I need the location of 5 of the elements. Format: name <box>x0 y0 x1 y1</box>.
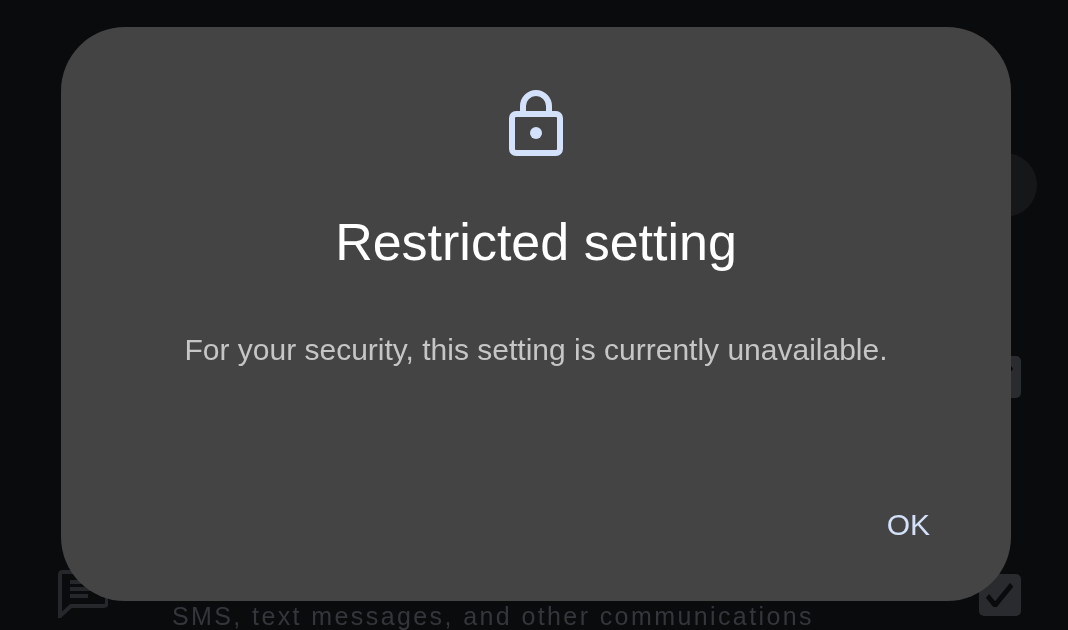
dialog-message: For your security, this setting is currently unavailable. <box>184 332 888 368</box>
ok-button[interactable]: OK <box>870 497 946 553</box>
lock-icon <box>509 90 563 156</box>
check-icon <box>986 583 1014 607</box>
dialog-title: Restricted setting <box>335 212 737 272</box>
